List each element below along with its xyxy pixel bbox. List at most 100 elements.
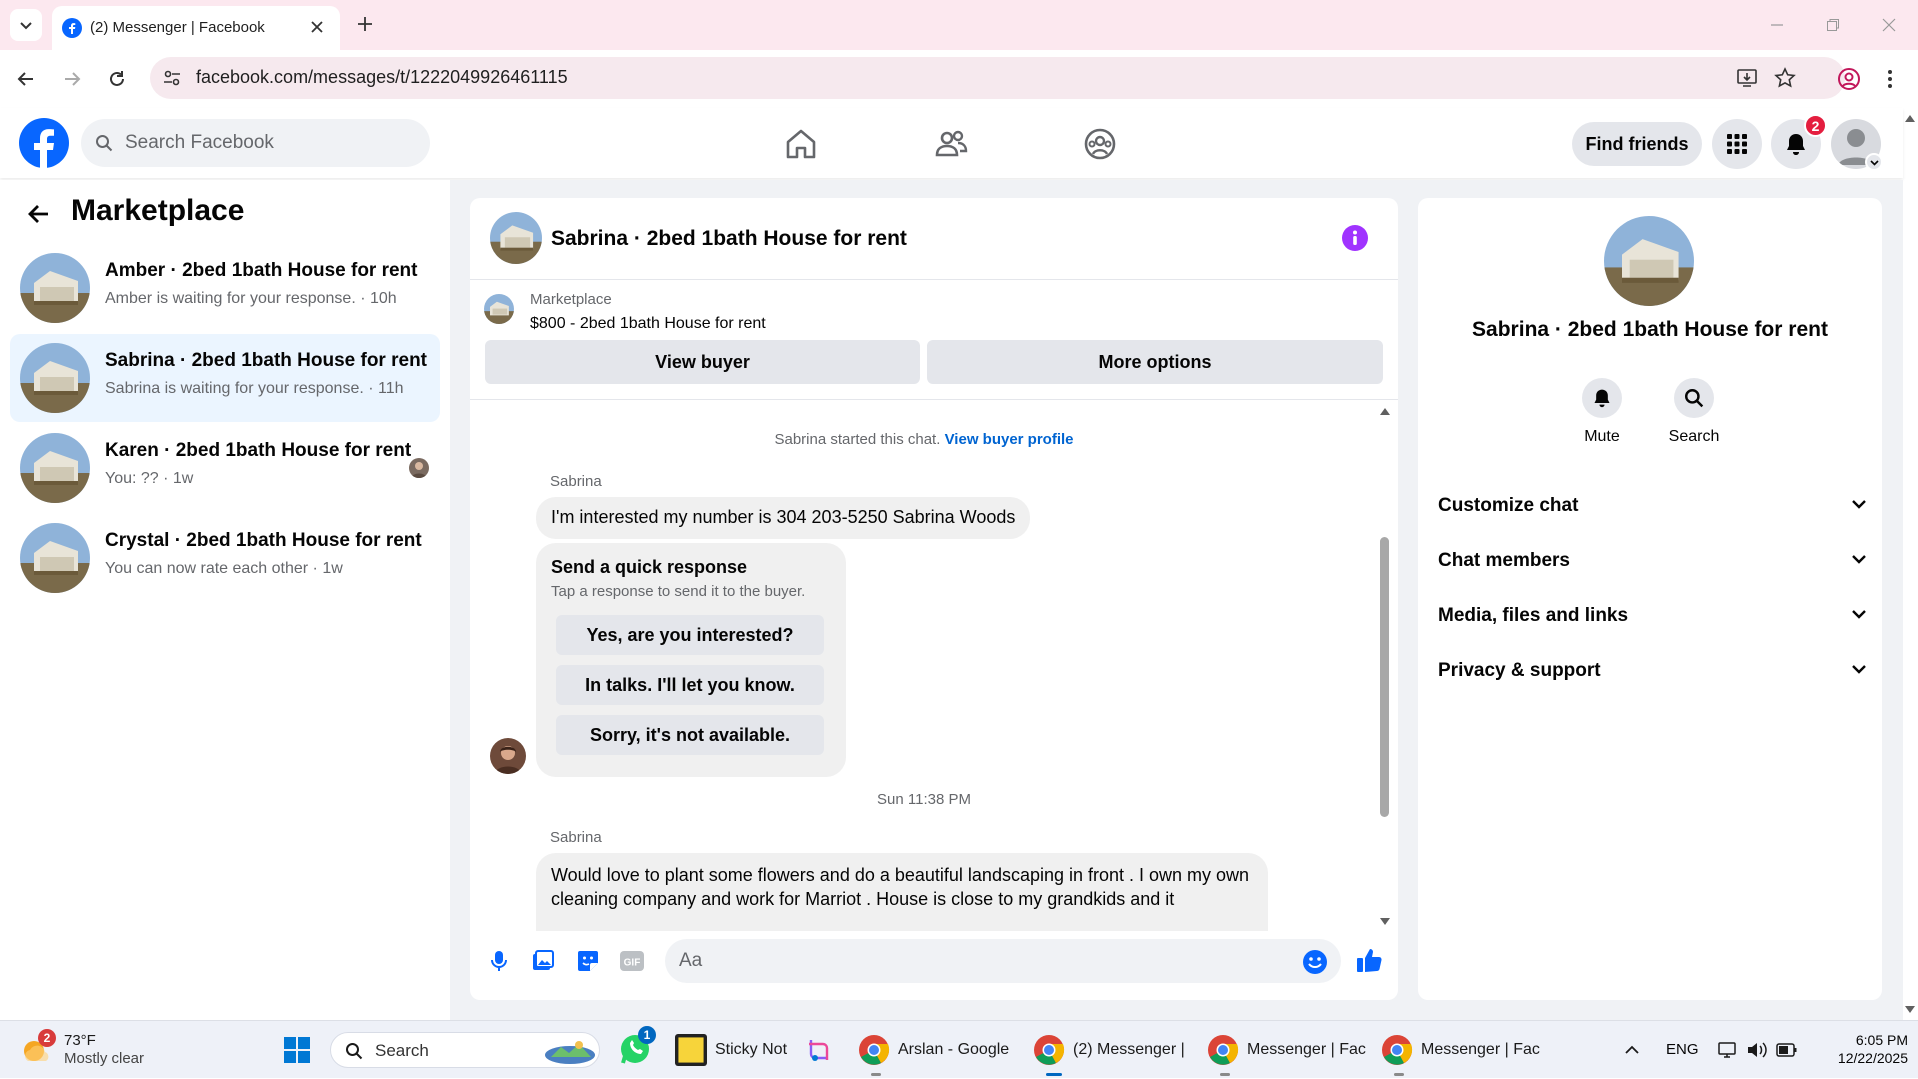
- customize-chat-section[interactable]: Customize chat: [1438, 487, 1868, 527]
- windows-start-icon[interactable]: [283, 1036, 311, 1064]
- media-files-links-section[interactable]: Media, files and links: [1438, 597, 1868, 637]
- close-window-icon[interactable]: [1882, 18, 1896, 32]
- message-bubble[interactable]: Would love to plant some flowers and do …: [536, 853, 1268, 931]
- chevron-up-icon[interactable]: [1624, 1043, 1640, 1055]
- search-icon: [1685, 389, 1704, 408]
- chat-header-avatar[interactable]: [490, 212, 542, 264]
- view-buyer-button[interactable]: View buyer: [485, 340, 920, 384]
- address-bar[interactable]: facebook.com/messages/t/1222049926461115: [150, 57, 1845, 99]
- chat-started-text: Sabrina started this chat.: [774, 431, 941, 448]
- listing-text[interactable]: $800 - 2bed 1bath House for rent: [530, 315, 766, 333]
- network-icon[interactable]: [1717, 1040, 1737, 1060]
- whatsapp-badge-count: 1: [643, 1028, 651, 1042]
- taskbar-app-chrome-messenger-1[interactable]: (2) Messenger |: [1033, 1021, 1185, 1079]
- gif-icon[interactable]: GIF: [619, 949, 645, 973]
- section-label: Privacy & support: [1438, 660, 1601, 681]
- chat-members-section[interactable]: Chat members: [1438, 542, 1868, 582]
- battery-icon[interactable]: [1776, 1042, 1798, 1058]
- whatsapp-app[interactable]: 1: [618, 1026, 656, 1068]
- message-bubble[interactable]: I'm interested my number is 304 203-5250…: [536, 497, 1031, 539]
- friends-icon[interactable]: [934, 127, 968, 161]
- quick-reply-label: Sorry, it's not available.: [589, 724, 790, 745]
- browser-tab-active[interactable]: (2) Messenger | Facebook: [52, 6, 340, 50]
- like-icon[interactable]: [1355, 946, 1383, 974]
- site-info-icon[interactable]: [162, 68, 182, 88]
- privacy-support-section[interactable]: Privacy & support: [1438, 652, 1868, 692]
- install-app-icon[interactable]: [1736, 67, 1758, 89]
- microphone-icon[interactable]: [487, 949, 511, 973]
- conversation-item-crystal[interactable]: Crystal · 2bed 1bath House for rent You …: [10, 514, 440, 602]
- search-facebook-box[interactable]: Search Facebook: [81, 119, 430, 167]
- conversation-item-sabrina[interactable]: Sabrina · 2bed 1bath House for rent Sabr…: [10, 334, 440, 422]
- restore-icon[interactable]: [1826, 18, 1840, 32]
- listing-banner-thumb: [484, 294, 514, 324]
- emoji-icon[interactable]: [1302, 949, 1328, 975]
- section-label: Customize chat: [1438, 495, 1579, 516]
- sticker-icon[interactable]: [576, 949, 600, 973]
- search-in-conversation-button[interactable]: Search: [1661, 378, 1727, 458]
- reload-icon[interactable]: [107, 69, 127, 89]
- taskbar-app-chrome-messenger-2[interactable]: Messenger | Fac: [1207, 1021, 1366, 1079]
- quick-reply-button[interactable]: Sorry, it's not available.: [556, 715, 824, 755]
- message-input[interactable]: Aa: [665, 939, 1341, 983]
- sender-name: Sabrina: [550, 829, 602, 846]
- bookmark-star-icon[interactable]: [1774, 67, 1796, 89]
- browser-menu-icon[interactable]: [1886, 67, 1894, 91]
- quick-reply-label: In talks. I'll let you know.: [585, 674, 795, 695]
- more-options-button[interactable]: More options: [927, 340, 1383, 384]
- notification-badge: 2: [1804, 114, 1827, 137]
- notification-count: 2: [1811, 117, 1820, 134]
- view-buyer-profile-link[interactable]: View buyer profile: [945, 431, 1074, 448]
- chat-scroll-down-icon[interactable]: [1379, 917, 1391, 927]
- groups-icon[interactable]: [1083, 127, 1117, 161]
- quick-reply-button[interactable]: In talks. I'll let you know.: [556, 665, 824, 705]
- find-friends-button[interactable]: Find friends: [1572, 122, 1702, 166]
- taskbar-app-chrome-messenger-3[interactable]: Messenger | Fac: [1381, 1021, 1540, 1079]
- back-icon[interactable]: [16, 69, 36, 89]
- taskbar-app-label: Messenger | Fac: [1421, 1041, 1540, 1058]
- conversation-title: Karen · 2bed 1bath House for rent: [105, 440, 412, 461]
- quick-reply-label: Yes, are you interested?: [586, 624, 794, 645]
- minimize-icon[interactable]: [1770, 18, 1784, 32]
- page-scroll-up-icon[interactable]: [1904, 113, 1916, 123]
- whatsapp-badge: 1: [638, 1026, 656, 1044]
- composer: GIF Aa: [470, 931, 1398, 1000]
- profile-icon[interactable]: [1837, 67, 1861, 91]
- back-arrow-icon[interactable]: [27, 202, 51, 226]
- facebook-logo-icon[interactable]: [19, 118, 69, 168]
- conversation-item-karen[interactable]: Karen · 2bed 1bath House for rent You: ?…: [10, 424, 440, 512]
- tab-search-button[interactable]: [10, 9, 42, 41]
- clock[interactable]: 6:05 PM 12/22/2025: [1818, 1031, 1908, 1067]
- volume-icon[interactable]: [1746, 1040, 1768, 1060]
- photo-icon[interactable]: [531, 949, 555, 973]
- sticky-notes-icon: [675, 1034, 707, 1066]
- account-chevron[interactable]: [1865, 153, 1883, 171]
- mute-button[interactable]: Mute: [1572, 378, 1632, 458]
- conversation-item-amber[interactable]: Amber · 2bed 1bath House for rent Amber …: [10, 244, 440, 332]
- chat-title[interactable]: Sabrina · 2bed 1bath House for rent: [551, 227, 907, 251]
- taskbar-search[interactable]: Search: [330, 1032, 600, 1068]
- chat-scroll-up-icon[interactable]: [1379, 406, 1391, 416]
- sender-avatar[interactable]: [490, 738, 526, 774]
- menu-button[interactable]: [1712, 119, 1762, 169]
- chat-scrollbar-thumb[interactable]: [1380, 537, 1389, 817]
- info-avatar[interactable]: [1604, 216, 1694, 306]
- chevron-down-icon: [1869, 159, 1879, 166]
- new-tab-icon[interactable]: [357, 16, 373, 32]
- quick-reply-button[interactable]: Yes, are you interested?: [556, 615, 824, 655]
- taskbar-app-label: Sticky Not: [715, 1041, 788, 1058]
- forward-icon[interactable]: [62, 69, 82, 89]
- taskbar-app-chrome-arslan[interactable]: Arslan - Google: [858, 1021, 1009, 1079]
- chevron-down-icon: [1852, 610, 1866, 619]
- weather-widget[interactable]: 2 73°F Mostly clear: [20, 1021, 144, 1079]
- listing-thumbnail: [20, 433, 90, 503]
- info-icon[interactable]: [1342, 225, 1368, 251]
- language-indicator[interactable]: ENG: [1666, 1041, 1699, 1058]
- page-scroll-down-icon[interactable]: [1904, 1005, 1916, 1015]
- info-name: Sabrina · 2bed 1bath House for rent: [1472, 318, 1828, 341]
- snipping-tool-icon[interactable]: [805, 1036, 833, 1064]
- taskbar-app-sticky-notes[interactable]: Sticky Not: [675, 1021, 787, 1079]
- home-icon[interactable]: [784, 127, 818, 161]
- grid-menu-icon: [1727, 134, 1747, 154]
- close-tab-icon[interactable]: [310, 20, 324, 34]
